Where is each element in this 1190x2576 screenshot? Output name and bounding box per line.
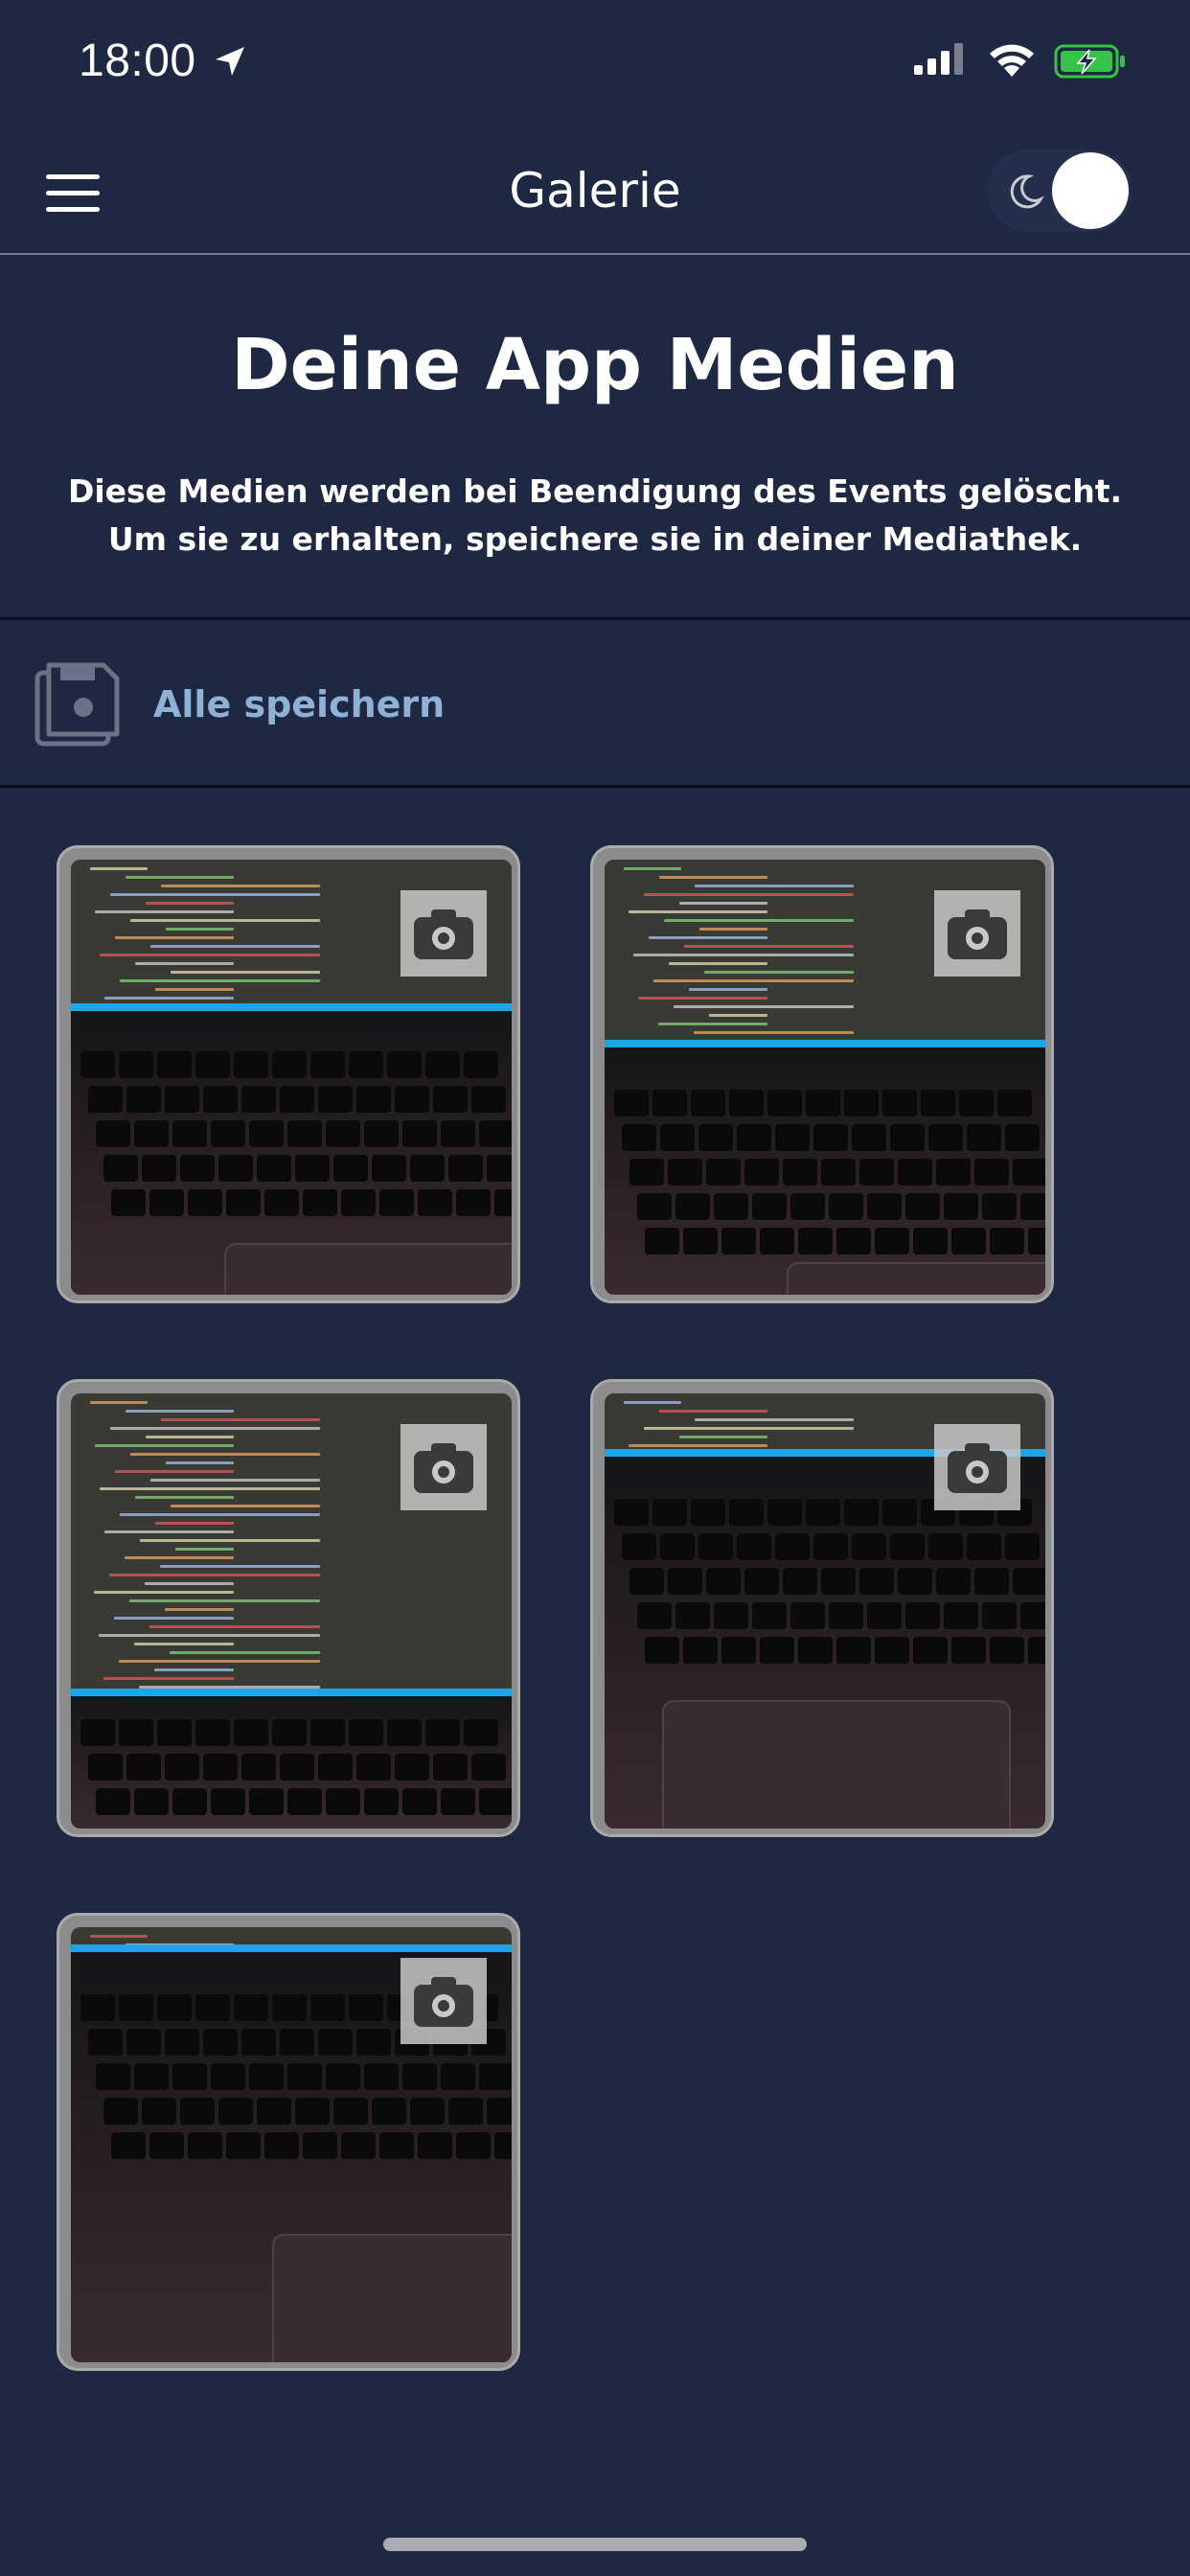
gallery-photo-tile[interactable] — [590, 845, 1054, 1303]
moon-icon — [1006, 172, 1044, 215]
floppy-disk-icon — [34, 661, 121, 751]
gallery-photo-tile[interactable] — [590, 1379, 1054, 1837]
home-indicator[interactable] — [383, 2538, 807, 2551]
battery-charging-icon — [1054, 44, 1127, 82]
dark-mode-toggle[interactable] — [987, 150, 1133, 232]
save-all-button[interactable]: Alle speichern — [0, 618, 1190, 788]
section-heading: Deine App Medien — [231, 324, 959, 406]
info-text: Diese Medien werden bei Beendigung des E… — [67, 472, 1123, 558]
camera-icon — [934, 1424, 1020, 1510]
toggle-knob — [1052, 152, 1129, 229]
gallery-photo-tile[interactable] — [57, 1379, 520, 1837]
wifi-icon — [987, 42, 1037, 82]
camera-icon — [934, 890, 1020, 977]
camera-icon — [400, 1958, 487, 2044]
status-bar: 18:00 — [0, 0, 1190, 125]
header-section: Deine App Medien Diese Medien werden bei… — [0, 255, 1190, 620]
nav-bar: Galerie — [0, 125, 1190, 255]
status-time: 18:00 — [79, 35, 196, 86]
save-all-label: Alle speichern — [153, 683, 446, 725]
gallery-photo-tile[interactable] — [57, 1913, 520, 2371]
camera-icon — [400, 1424, 487, 1510]
gallery-photo-tile[interactable] — [57, 845, 520, 1303]
camera-icon — [400, 890, 487, 977]
cellular-signal-icon — [912, 42, 966, 80]
location-arrow-icon — [213, 44, 247, 82]
